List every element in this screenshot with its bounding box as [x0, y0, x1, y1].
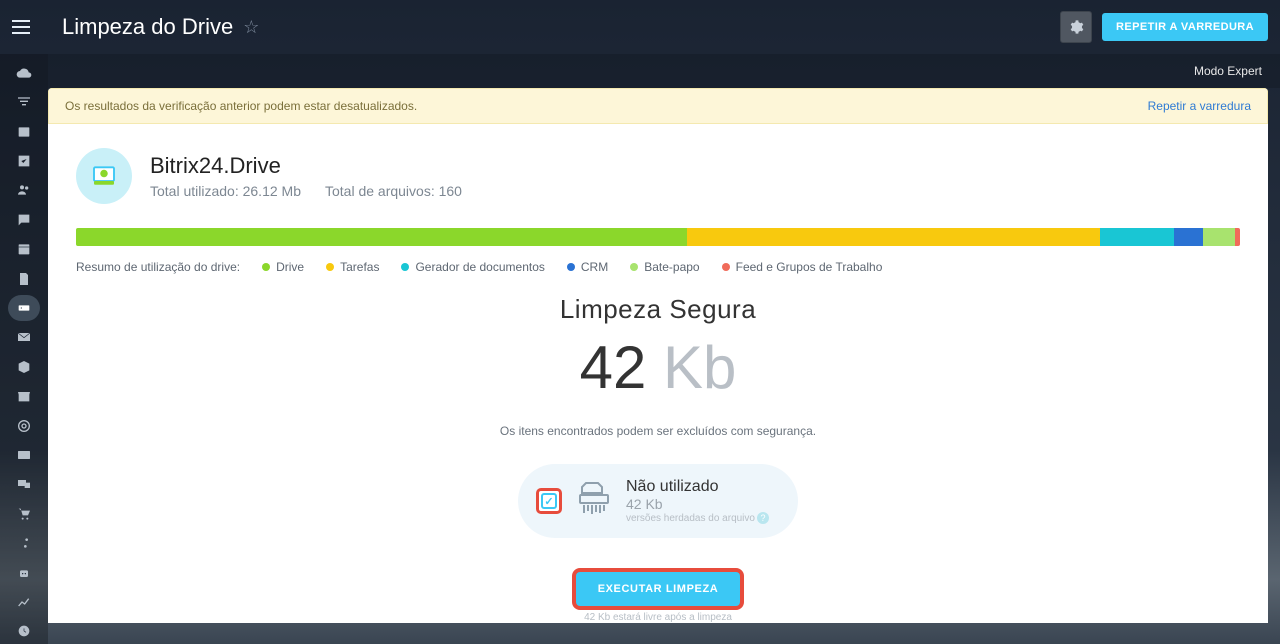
cleanup-pill[interactable]: ✓ Não utilizado 42 Kb versões herdadas d…: [518, 464, 798, 538]
outdated-notice: Os resultados da verificação anterior po…: [48, 88, 1268, 124]
menu-toggle-icon[interactable]: [12, 14, 38, 40]
rail-item-screens[interactable]: [8, 472, 40, 497]
rail-item-sliders[interactable]: [8, 531, 40, 556]
favorite-star-icon[interactable]: ☆: [243, 18, 259, 36]
usage-seg-feed: [1235, 228, 1240, 246]
legend-item-docgen: Gerador de documentos: [401, 260, 544, 274]
settings-button[interactable]: [1060, 11, 1092, 43]
usage-seg-crm: [1174, 228, 1203, 246]
rail-item-mail[interactable]: [8, 325, 40, 350]
drive-used: Total utilizado: 26.12 Mb: [150, 183, 301, 199]
rail-item-clock[interactable]: [8, 619, 40, 644]
notice-text: Os resultados da verificação anterior po…: [65, 99, 417, 113]
usage-legend: Resumo de utilização do drive: Drive Tar…: [76, 260, 1240, 274]
usage-seg-docgen: [1100, 228, 1173, 246]
drive-card: Bitrix24.Drive Total utilizado: 26.12 Mb…: [48, 124, 1268, 623]
rail-item-doc[interactable]: [8, 266, 40, 291]
topbar: Limpeza do Drive ☆ REPETIR A VARREDURA: [0, 0, 1280, 54]
cleanup-select-checkbox[interactable]: ✓: [536, 488, 562, 514]
pill-title: Não utilizado: [626, 478, 769, 496]
usage-seg-chat: [1203, 228, 1236, 246]
expert-mode-link[interactable]: Modo Expert: [1194, 64, 1262, 78]
check-icon: ✓: [541, 493, 557, 509]
notice-action-link[interactable]: Repetir a varredura: [1148, 99, 1251, 113]
cleanup-safe-text: Os itens encontrados podem ser excluídos…: [76, 424, 1240, 438]
rail-item-cloud[interactable]: [8, 60, 40, 85]
shredder-icon: [574, 479, 614, 524]
repeat-scan-button[interactable]: REPETIR A VARREDURA: [1102, 13, 1268, 41]
usage-bar: [76, 228, 1240, 246]
rail-item-box[interactable]: [8, 354, 40, 379]
pill-sub: versões herdadas do arquivo?: [626, 512, 769, 524]
page-title-text: Limpeza do Drive: [62, 14, 233, 40]
legend-item-drive: Drive: [262, 260, 304, 274]
execute-cleanup-subtext: 42 Kb estará livre após a limpeza: [76, 612, 1240, 623]
cleanup-title: Limpeza Segura: [76, 294, 1240, 325]
rail-item-drive[interactable]: [8, 295, 40, 320]
drive-name: Bitrix24.Drive: [150, 153, 462, 179]
cleanup-area: Limpeza Segura 42 Kb Os itens encontrado…: [76, 294, 1240, 623]
legend-item-feed: Feed e Grupos de Trabalho: [722, 260, 883, 274]
drive-header: Bitrix24.Drive Total utilizado: 26.12 Mb…: [76, 148, 1240, 204]
rail-item-cart[interactable]: [8, 501, 40, 526]
page-title: Limpeza do Drive ☆: [62, 14, 259, 40]
rail-item-calendar[interactable]: [8, 236, 40, 261]
drive-icon: [76, 148, 132, 204]
legend-item-crm: CRM: [567, 260, 608, 274]
legend-summary-label: Resumo de utilização do drive:: [76, 260, 240, 274]
gear-icon: [1068, 19, 1084, 35]
rail-item-users[interactable]: [8, 178, 40, 203]
content: Os resultados da verificação anterior po…: [48, 88, 1268, 644]
rail-item-robot[interactable]: [8, 560, 40, 585]
legend-item-tasks: Tarefas: [326, 260, 379, 274]
mode-row: Modo Expert: [48, 54, 1280, 88]
execute-cleanup-button[interactable]: EXECUTAR LIMPEZA: [576, 572, 741, 606]
info-icon[interactable]: ?: [757, 512, 769, 524]
cleanup-value: 42 Kb: [76, 333, 1240, 402]
rail-item-store[interactable]: [8, 383, 40, 408]
pill-size: 42 Kb: [626, 496, 769, 512]
drive-files: Total de arquivos: 160: [325, 183, 462, 199]
legend-item-chat: Bate-papo: [630, 260, 699, 274]
left-rail: [0, 54, 48, 644]
rail-item-chart[interactable]: [8, 589, 40, 614]
usage-seg-tasks: [687, 228, 1100, 246]
rail-item-chat[interactable]: [8, 207, 40, 232]
usage-seg-drive: [76, 228, 687, 246]
rail-item-idcard[interactable]: [8, 442, 40, 467]
rail-item-card[interactable]: [8, 119, 40, 144]
rail-item-target[interactable]: [8, 413, 40, 438]
rail-item-check[interactable]: [8, 148, 40, 173]
rail-item-filter[interactable]: [8, 89, 40, 114]
